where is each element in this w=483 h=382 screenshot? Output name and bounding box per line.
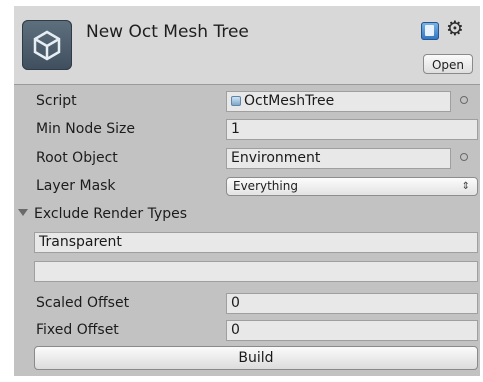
root-object-row: Root Object Environment xyxy=(14,146,480,172)
unity-logo-icon xyxy=(22,20,72,70)
foldout-arrow-icon[interactable] xyxy=(18,209,28,216)
fixed-offset-row: Fixed Offset 0 xyxy=(14,318,480,344)
inspector-header: New Oct Mesh Tree ⚙ Open xyxy=(14,6,480,85)
inspector-panel: New Oct Mesh Tree ⚙ Open Script OctMeshT… xyxy=(14,6,480,376)
object-picker-icon[interactable] xyxy=(460,96,468,104)
build-button[interactable]: Build xyxy=(34,346,478,370)
fixed-offset-label: Fixed Offset xyxy=(36,322,119,338)
object-picker-icon[interactable] xyxy=(460,153,468,161)
exclude-render-types-foldout[interactable]: Exclude Render Types xyxy=(14,202,480,228)
scaled-offset-row: Scaled Offset 0 xyxy=(14,291,480,317)
root-object-label: Root Object xyxy=(36,150,118,166)
book-icon[interactable] xyxy=(421,22,439,40)
fixed-offset-input[interactable]: 0 xyxy=(226,320,478,341)
script-label: Script xyxy=(36,93,77,109)
script-icon xyxy=(231,96,241,106)
layer-mask-label: Layer Mask xyxy=(36,178,116,194)
min-node-size-row: Min Node Size 1 xyxy=(14,117,480,143)
min-node-size-input[interactable]: 1 xyxy=(226,119,478,140)
exclude-render-types-label: Exclude Render Types xyxy=(34,206,188,222)
layer-mask-value: Everything xyxy=(233,179,298,193)
script-value: OctMeshTree xyxy=(244,93,335,109)
script-row: Script OctMeshTree xyxy=(14,89,480,115)
scaled-offset-label: Scaled Offset xyxy=(36,295,130,311)
min-node-size-label: Min Node Size xyxy=(36,121,136,137)
asset-title: New Oct Mesh Tree xyxy=(86,22,249,42)
scaled-offset-input[interactable]: 0 xyxy=(226,293,478,314)
exclude-render-type-item[interactable]: Transparent xyxy=(34,232,478,253)
exclude-render-type-item[interactable] xyxy=(34,261,478,282)
script-field[interactable]: OctMeshTree xyxy=(226,91,451,112)
chevron-updown-icon: ⇕ xyxy=(461,181,470,192)
root-object-field[interactable]: Environment xyxy=(226,148,451,169)
gear-icon[interactable]: ⚙ xyxy=(446,18,464,38)
layer-mask-row: Layer Mask Everything ⇕ xyxy=(14,174,480,200)
open-button[interactable]: Open xyxy=(423,54,473,74)
layer-mask-dropdown[interactable]: Everything ⇕ xyxy=(226,177,478,196)
